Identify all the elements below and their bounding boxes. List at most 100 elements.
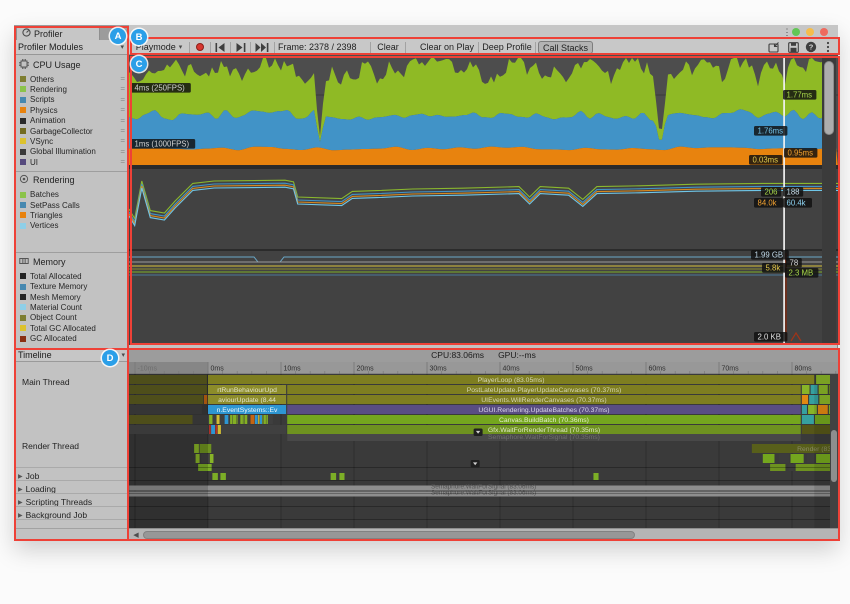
- toolbar-separator: [405, 42, 406, 53]
- deep-profile-toggle[interactable]: Deep Profile: [481, 40, 533, 54]
- drag-handle-icon[interactable]: =: [120, 74, 124, 83]
- timeline-bar[interactable]: [287, 415, 801, 424]
- legend-item-triangles[interactable]: Triangles: [14, 210, 129, 220]
- legend-item-material-count[interactable]: Material Count: [14, 302, 129, 312]
- legend-item-garbagecollector[interactable]: GarbageCollector =: [14, 126, 129, 136]
- traffic-light-red[interactable]: [820, 28, 828, 36]
- thread-row-render-thread[interactable]: Render Thread: [14, 440, 129, 452]
- scroll-left-arrow-icon[interactable]: ◀: [130, 530, 142, 540]
- legend-item-texture-memory[interactable]: Texture Memory: [14, 282, 129, 292]
- drag-handle-icon[interactable]: =: [120, 84, 124, 93]
- legend-color-swatch: [20, 107, 26, 113]
- timeline-bar[interactable]: [129, 486, 838, 491]
- legend-item-object-count[interactable]: Object Count: [14, 313, 129, 323]
- drag-handle-icon[interactable]: =: [120, 157, 124, 166]
- expander-arrow-icon[interactable]: ▶: [18, 473, 23, 480]
- timeline-bar[interactable]: [287, 434, 801, 441]
- timeline-ruler[interactable]: [129, 362, 838, 374]
- legend-item-scripts[interactable]: Scripts=: [14, 95, 129, 105]
- section-header-cpu-usage[interactable]: CPU Usage: [14, 58, 129, 71]
- expander-arrow-icon[interactable]: ▶: [18, 499, 23, 506]
- help-button[interactable]: ?: [803, 40, 819, 54]
- clear-button[interactable]: Clear: [373, 40, 403, 54]
- section-divider: [14, 252, 129, 253]
- legend-color-swatch: [20, 138, 26, 144]
- value-badge: [783, 187, 803, 197]
- value-badge: [786, 258, 802, 268]
- profiler-modules-dropdown[interactable]: Profiler Modules ▾: [14, 40, 129, 55]
- timeline-bar-fragment: [802, 405, 807, 414]
- legend-item-animation[interactable]: Animation=: [14, 116, 129, 126]
- expander-arrow-icon[interactable]: ▶: [18, 486, 23, 493]
- legend-item-vertices[interactable]: Vertices: [14, 221, 129, 231]
- legend-item-rendering[interactable]: Rendering=: [14, 84, 129, 94]
- legend-label: Object Count: [30, 313, 77, 322]
- legend-item-others[interactable]: Others=: [14, 74, 129, 84]
- traffic-light-yellow[interactable]: [806, 28, 814, 36]
- drag-handle-icon[interactable]: =: [120, 126, 124, 135]
- legend-item-total-allocated[interactable]: Total Allocated: [14, 271, 129, 281]
- drag-handle-icon[interactable]: =: [120, 105, 124, 114]
- drag-handle-icon[interactable]: =: [120, 136, 124, 145]
- context-menu-button[interactable]: [821, 40, 835, 54]
- legend-item-global-illumination[interactable]: Global Illumination=: [14, 147, 129, 157]
- timeline-bar-fragment: [220, 473, 225, 480]
- timeline-hscrollbar-thumb[interactable]: [143, 531, 635, 539]
- timeline-bar[interactable]: [287, 405, 801, 414]
- legend-label: GC Allocated: [30, 334, 77, 343]
- timeline-bar[interactable]: [208, 375, 814, 384]
- chart-scrollbar-thumb[interactable]: [824, 61, 834, 135]
- timeline-bar[interactable]: [208, 385, 286, 394]
- memory-chart-bg: [128, 251, 838, 345]
- legend-item-ui[interactable]: UI=: [14, 157, 129, 167]
- section-header-rendering[interactable]: Rendering: [14, 174, 129, 187]
- legend-item-mesh-memory[interactable]: Mesh Memory: [14, 292, 129, 302]
- drag-handle-icon[interactable]: =: [120, 116, 124, 125]
- timeline-bar[interactable]: [208, 405, 286, 414]
- legend-color-swatch: [20, 159, 26, 165]
- clear-on-play-toggle[interactable]: Clear on Play: [418, 40, 476, 54]
- timeline-vscrollbar-thumb[interactable]: [831, 430, 837, 482]
- save-profile-button[interactable]: [785, 40, 801, 54]
- profiler-charts[interactable]: 4ms (250FPS)1ms (1000FPS)1.77ms1.76ms0.0…: [128, 55, 838, 345]
- thread-separator: [14, 480, 129, 481]
- drag-handle-icon[interactable]: =: [120, 95, 124, 104]
- tab-profiler[interactable]: Profiler: [16, 26, 100, 40]
- profiler-gauge-icon: [22, 28, 31, 39]
- thread-row-main-thread[interactable]: Main Thread: [14, 376, 129, 388]
- expander-arrow-icon[interactable]: ▶: [18, 512, 23, 519]
- record-button[interactable]: [191, 40, 209, 54]
- timeline-bar[interactable]: [208, 395, 286, 404]
- next-frame-button[interactable]: [232, 40, 249, 54]
- prev-frame-button[interactable]: [212, 40, 229, 54]
- call-stacks-toggle[interactable]: Call Stacks: [538, 41, 593, 54]
- legend-item-gc-allocated[interactable]: GC Allocated: [14, 334, 129, 344]
- legend-item-batches[interactable]: Batches: [14, 190, 129, 200]
- traffic-light-green[interactable]: [792, 28, 800, 36]
- timeline-bar[interactable]: [287, 385, 801, 394]
- value-badge: [131, 83, 191, 93]
- legend-label: Total Allocated: [30, 272, 82, 281]
- legend-label: Physics: [30, 106, 58, 115]
- legend-item-physics[interactable]: Physics =: [14, 105, 129, 115]
- timeline-bar[interactable]: [287, 395, 801, 404]
- tab-overflow-icon[interactable]: ⋮: [782, 27, 792, 38]
- drag-handle-icon[interactable]: =: [120, 147, 124, 156]
- legend-color-swatch: [20, 212, 26, 218]
- legend-color-swatch: [20, 223, 26, 229]
- timeline-bar[interactable]: [287, 425, 801, 434]
- timeline-hscrollbar-track[interactable]: ◀: [129, 528, 838, 540]
- thread-separator: [14, 493, 129, 494]
- timeline-bar-fragment: [210, 454, 214, 463]
- value-badge: [131, 139, 195, 149]
- timeline-canvas[interactable]: -10ms0ms10ms20ms30ms40ms50ms60ms70ms80ms…: [129, 362, 838, 528]
- legend-item-vsync[interactable]: VSync=: [14, 136, 129, 146]
- current-frame-button[interactable]: [252, 40, 272, 54]
- legend-item-total-gc-allocated[interactable]: Total GC Allocated: [14, 323, 129, 333]
- legend-label: Batches: [30, 190, 59, 199]
- toolbar-separator: [250, 42, 251, 53]
- legend-label: GarbageCollector: [30, 127, 93, 136]
- legend-item-setpass-calls[interactable]: SetPass Calls: [14, 200, 129, 210]
- section-header-memory[interactable]: Memory: [14, 255, 129, 268]
- load-profile-button[interactable]: [766, 40, 782, 54]
